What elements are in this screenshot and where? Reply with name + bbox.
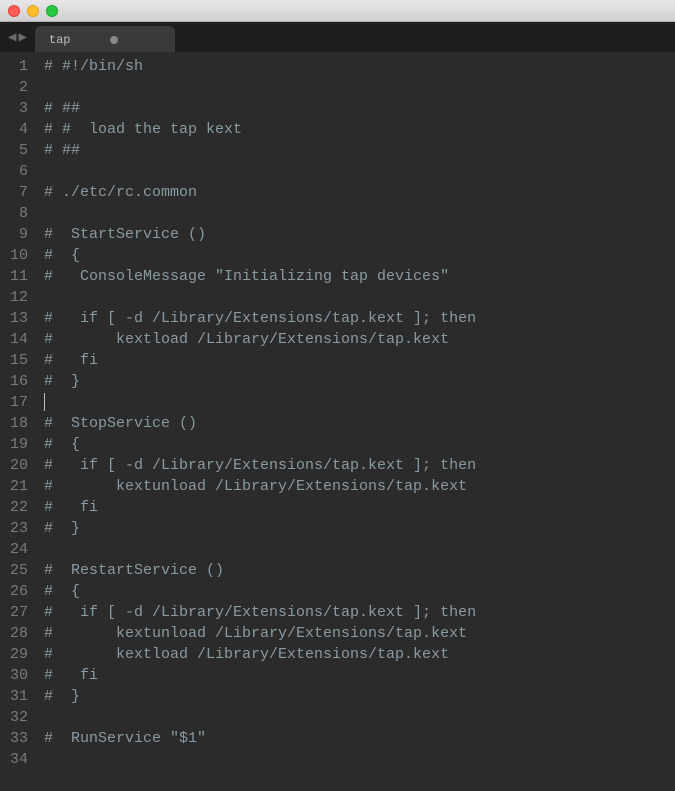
line-number: 22 — [6, 497, 28, 518]
code-line[interactable]: # { — [44, 581, 476, 602]
nav-arrows: ◀ ▶ — [0, 22, 35, 52]
line-number: 21 — [6, 476, 28, 497]
nav-forward-icon[interactable]: ▶ — [18, 29, 26, 46]
line-number: 14 — [6, 329, 28, 350]
tab-label: tap — [49, 33, 71, 47]
code-line[interactable]: # } — [44, 371, 476, 392]
nav-back-icon[interactable]: ◀ — [8, 29, 16, 46]
editor[interactable]: 1234567891011121314151617181920212223242… — [0, 52, 675, 791]
line-number: 6 — [6, 161, 28, 182]
code-line[interactable] — [44, 77, 476, 98]
code-line[interactable]: # ./etc/rc.common — [44, 182, 476, 203]
line-number: 24 — [6, 539, 28, 560]
code-line[interactable]: # { — [44, 245, 476, 266]
code-line[interactable]: # } — [44, 686, 476, 707]
code-line[interactable]: # kextload /Library/Extensions/tap.kext — [44, 329, 476, 350]
text-cursor — [44, 393, 45, 411]
code-line[interactable]: # fi — [44, 350, 476, 371]
code-line[interactable] — [44, 749, 476, 770]
line-number: 12 — [6, 287, 28, 308]
line-number: 30 — [6, 665, 28, 686]
line-number: 4 — [6, 119, 28, 140]
line-number: 13 — [6, 308, 28, 329]
code-line[interactable]: # StopService () — [44, 413, 476, 434]
code-line[interactable]: # kextunload /Library/Extensions/tap.kex… — [44, 623, 476, 644]
minimize-icon[interactable] — [27, 5, 39, 17]
line-number: 23 — [6, 518, 28, 539]
code-line[interactable] — [44, 392, 476, 413]
code-area[interactable]: # #!/bin/sh # ### # load the tap kext# ##… — [38, 52, 484, 791]
line-number: 7 — [6, 182, 28, 203]
code-line[interactable]: # RunService "$1" — [44, 728, 476, 749]
code-line[interactable]: # } — [44, 518, 476, 539]
code-line[interactable]: # #!/bin/sh — [44, 56, 476, 77]
line-number: 20 — [6, 455, 28, 476]
line-number: 29 — [6, 644, 28, 665]
line-number: 33 — [6, 728, 28, 749]
code-line[interactable]: # if [ -d /Library/Extensions/tap.kext ]… — [44, 602, 476, 623]
line-number: 16 — [6, 371, 28, 392]
line-number: 26 — [6, 581, 28, 602]
code-line[interactable]: # if [ -d /Library/Extensions/tap.kext ]… — [44, 308, 476, 329]
code-line[interactable]: # { — [44, 434, 476, 455]
line-number: 5 — [6, 140, 28, 161]
line-number: 2 — [6, 77, 28, 98]
line-number: 10 — [6, 245, 28, 266]
close-icon[interactable] — [8, 5, 20, 17]
code-line[interactable]: # fi — [44, 497, 476, 518]
line-number: 15 — [6, 350, 28, 371]
code-line[interactable]: # kextunload /Library/Extensions/tap.kex… — [44, 476, 476, 497]
code-line[interactable]: # ConsoleMessage "Initializing tap devic… — [44, 266, 476, 287]
maximize-icon[interactable] — [46, 5, 58, 17]
file-tab[interactable]: tap — [35, 26, 175, 52]
line-number: 18 — [6, 413, 28, 434]
code-line[interactable] — [44, 203, 476, 224]
line-number: 9 — [6, 224, 28, 245]
code-line[interactable]: # if [ -d /Library/Extensions/tap.kext ]… — [44, 455, 476, 476]
code-line[interactable]: # ## — [44, 140, 476, 161]
code-line[interactable]: # RestartService () — [44, 560, 476, 581]
tab-bar: ◀ ▶ tap — [0, 22, 675, 52]
code-line[interactable]: # ## — [44, 98, 476, 119]
line-number: 1 — [6, 56, 28, 77]
window-titlebar — [0, 0, 675, 22]
code-line[interactable] — [44, 161, 476, 182]
line-number: 27 — [6, 602, 28, 623]
line-number: 31 — [6, 686, 28, 707]
code-line[interactable]: # StartService () — [44, 224, 476, 245]
code-line[interactable] — [44, 707, 476, 728]
code-line[interactable]: # # load the tap kext — [44, 119, 476, 140]
line-number: 34 — [6, 749, 28, 770]
line-number-gutter: 1234567891011121314151617181920212223242… — [0, 52, 38, 791]
line-number: 3 — [6, 98, 28, 119]
line-number: 11 — [6, 266, 28, 287]
code-line[interactable] — [44, 539, 476, 560]
code-line[interactable]: # fi — [44, 665, 476, 686]
code-line[interactable]: # kextload /Library/Extensions/tap.kext — [44, 644, 476, 665]
line-number: 19 — [6, 434, 28, 455]
line-number: 32 — [6, 707, 28, 728]
dirty-indicator-icon — [110, 36, 118, 44]
code-line[interactable] — [44, 287, 476, 308]
line-number: 25 — [6, 560, 28, 581]
line-number: 17 — [6, 392, 28, 413]
line-number: 28 — [6, 623, 28, 644]
line-number: 8 — [6, 203, 28, 224]
